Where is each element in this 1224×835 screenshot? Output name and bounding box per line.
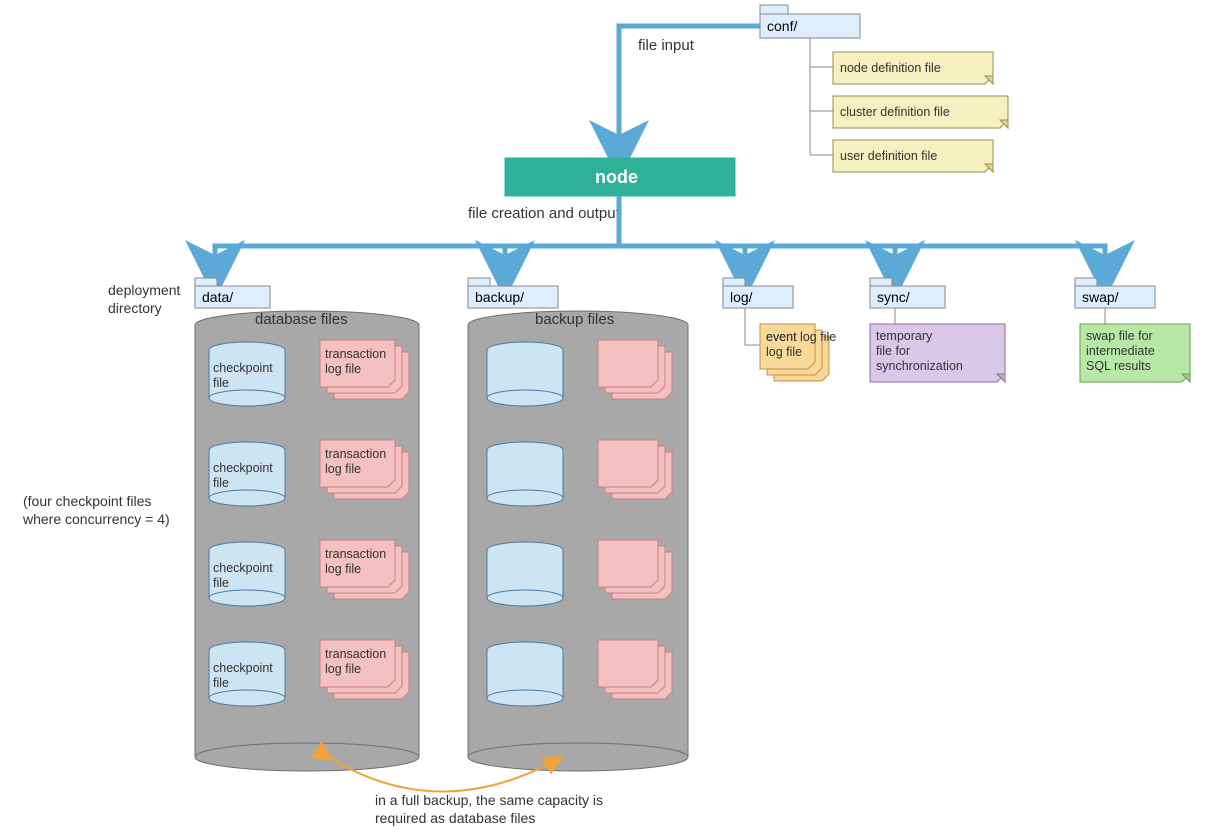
folder-log: log/ xyxy=(723,278,793,308)
node-label: node xyxy=(595,167,638,187)
svg-text:transaction: transaction xyxy=(325,347,386,361)
svg-text:backup/: backup/ xyxy=(475,289,524,305)
svg-text:transaction: transaction xyxy=(325,647,386,661)
svg-text:intermediate: intermediate xyxy=(1086,344,1155,358)
svg-text:swap/: swap/ xyxy=(1082,289,1119,305)
svg-text:sync/: sync/ xyxy=(877,289,910,305)
folder-swap: swap/ xyxy=(1075,278,1155,308)
note-user-def: user definition file xyxy=(833,140,993,172)
label-concurrency2: where concurrency = 4) xyxy=(22,511,170,527)
svg-text:file for: file for xyxy=(876,344,910,358)
svg-text:log file: log file xyxy=(325,462,361,476)
svg-text:checkpoint: checkpoint xyxy=(213,361,273,375)
folder-conf-label: conf/ xyxy=(767,18,797,34)
folder-conf: conf/ xyxy=(760,5,860,38)
svg-text:swap file for: swap file for xyxy=(1086,329,1153,343)
svg-text:log file: log file xyxy=(766,345,802,359)
label-deploy2: directory xyxy=(108,300,162,316)
label-file-input: file input xyxy=(638,37,695,54)
svg-text:node definition file: node definition file xyxy=(840,61,941,75)
svg-text:checkpoint: checkpoint xyxy=(213,461,273,475)
svg-text:temporary: temporary xyxy=(876,329,933,343)
svg-text:file: file xyxy=(213,676,229,690)
svg-text:SQL results: SQL results xyxy=(1086,359,1151,373)
svg-text:log/: log/ xyxy=(730,289,753,305)
label-database-files: database files xyxy=(255,311,348,328)
architecture-diagram: conf/ node definition file cluster defin… xyxy=(0,0,1224,835)
note-node-def: node definition file xyxy=(833,52,993,84)
svg-text:transaction: transaction xyxy=(325,547,386,561)
svg-text:file: file xyxy=(213,376,229,390)
svg-text:log file: log file xyxy=(325,562,361,576)
label-file-creation: file creation and output xyxy=(468,205,621,222)
svg-text:log file: log file xyxy=(325,662,361,676)
svg-text:file: file xyxy=(213,476,229,490)
folder-sync: sync/ xyxy=(870,278,945,308)
svg-text:checkpoint: checkpoint xyxy=(213,561,273,575)
label-concurrency1: (four checkpoint files xyxy=(23,493,151,509)
svg-text:file: file xyxy=(213,576,229,590)
svg-text:checkpoint: checkpoint xyxy=(213,661,273,675)
folder-data: data/ xyxy=(195,278,270,308)
svg-text:event: event xyxy=(766,330,797,344)
svg-text:synchronization: synchronization xyxy=(876,359,963,373)
label-backup-note2: required as database files xyxy=(375,810,535,826)
label-deploy1: deployment xyxy=(108,282,180,298)
note-cluster-def: cluster definition file xyxy=(833,96,1008,128)
svg-text:transaction: transaction xyxy=(325,447,386,461)
svg-text:cluster definition file: cluster definition file xyxy=(840,105,950,119)
svg-text:user definition file: user definition file xyxy=(840,149,937,163)
label-backup-note1: in a full backup, the same capacity is xyxy=(375,792,603,808)
folder-backup: backup/ xyxy=(468,278,558,308)
svg-text:log file: log file xyxy=(325,362,361,376)
label-backup-files: backup files xyxy=(535,311,614,328)
svg-text:data/: data/ xyxy=(202,289,233,305)
